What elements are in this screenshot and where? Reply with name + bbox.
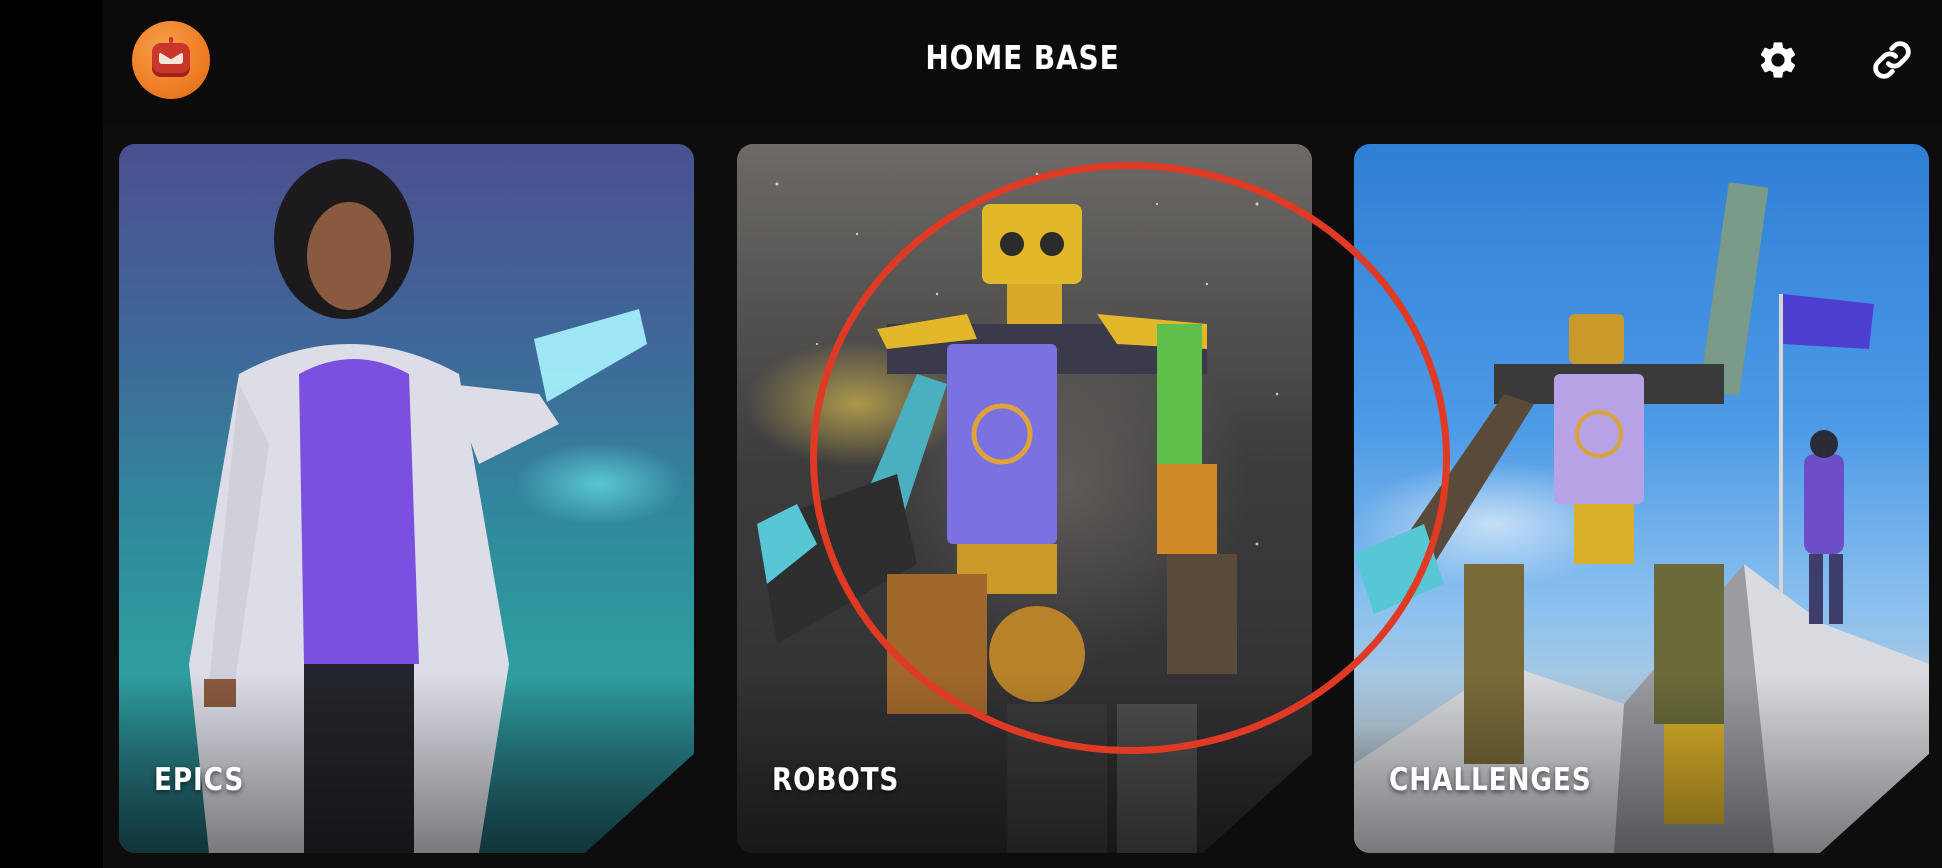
profile-avatar[interactable] (132, 21, 210, 99)
gear-icon (1760, 42, 1796, 78)
left-margin (0, 0, 103, 868)
robot-avatar-icon (152, 37, 190, 77)
app-window: HOME BASE EPICS ROBOTS CHALLENGES (103, 0, 1942, 868)
card-label-challenges: CHALLENGES (1389, 762, 1592, 798)
epics-card[interactable]: EPICS (119, 144, 694, 853)
link-icon (1873, 41, 1911, 79)
settings-button[interactable] (1754, 36, 1802, 84)
top-bar: HOME BASE (103, 0, 1942, 125)
robots-card[interactable]: ROBOTS (737, 144, 1312, 853)
card-label-robots: ROBOTS (772, 762, 900, 798)
card-label-epics: EPICS (154, 762, 245, 798)
page-title: HOME BASE (925, 38, 1120, 77)
challenges-card[interactable]: CHALLENGES (1354, 144, 1929, 853)
link-button[interactable] (1868, 36, 1916, 84)
